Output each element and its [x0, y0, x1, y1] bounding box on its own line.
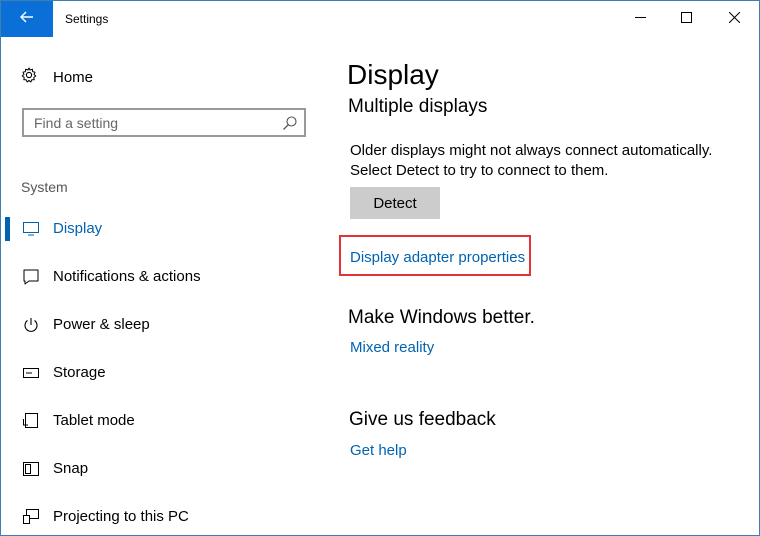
selection-indicator: [5, 217, 10, 241]
sidebar-item-storage[interactable]: Storage: [1, 353, 321, 393]
section-heading-feedback: Give us feedback: [349, 409, 496, 430]
home-label: Home: [53, 68, 94, 86]
minimize-button[interactable]: [617, 1, 663, 37]
sidebar-item-label: Display: [53, 220, 103, 237]
sidebar-item-tablet-mode[interactable]: Tablet mode: [1, 401, 321, 441]
power-icon: [23, 317, 39, 333]
window-title: Settings: [65, 12, 109, 26]
sidebar-home[interactable]: Home: [21, 65, 93, 89]
section-label-system: System: [21, 179, 68, 195]
multiple-displays-description: Older displays might not always connect …: [350, 141, 740, 181]
detect-button[interactable]: Detect: [350, 187, 440, 219]
sidebar-item-projecting[interactable]: Projecting to this PC: [1, 497, 321, 535]
sidebar-item-display[interactable]: Display: [1, 209, 321, 249]
display-adapter-properties-link[interactable]: Display adapter properties: [350, 249, 525, 266]
search-box: [22, 108, 306, 137]
monitor-icon: [23, 221, 39, 237]
tablet-icon: [23, 413, 39, 429]
close-icon: [728, 10, 740, 28]
minimize-icon: [634, 10, 646, 28]
mixed-reality-link[interactable]: Mixed reality: [350, 339, 434, 356]
settings-window: Settings Home Find a setting System Disp…: [0, 0, 760, 536]
notification-icon: [23, 269, 39, 285]
page-title: Display: [347, 59, 439, 90]
back-button[interactable]: [1, 1, 53, 37]
sidebar-item-label: Tablet mode: [53, 412, 135, 429]
section-heading-multiple-displays: Multiple displays: [348, 96, 488, 117]
storage-icon: [23, 365, 39, 381]
snap-icon: [23, 461, 39, 477]
sidebar-item-power-sleep[interactable]: Power & sleep: [1, 305, 321, 345]
section-heading-make-windows-better: Make Windows better.: [348, 307, 535, 328]
sidebar-item-label: Snap: [53, 460, 89, 477]
sidebar-item-label: Projecting to this PC: [53, 508, 189, 525]
description-line: Select Detect to try to connect to them.: [350, 162, 609, 179]
title-bar: Settings: [1, 1, 759, 37]
close-button[interactable]: [711, 1, 757, 37]
sidebar-item-notifications[interactable]: Notifications & actions: [1, 257, 321, 297]
description-line: Older displays might not always connect …: [350, 142, 713, 159]
get-help-link[interactable]: Get help: [350, 442, 407, 459]
projecting-icon: [23, 509, 39, 525]
gear-icon: [21, 67, 37, 88]
search-input[interactable]: [24, 110, 284, 135]
back-arrow-icon: [20, 10, 34, 28]
search-icon[interactable]: [282, 115, 298, 131]
sidebar-item-label: Notifications & actions: [53, 268, 201, 285]
sidebar-item-snap[interactable]: Snap: [1, 449, 321, 489]
sidebar-item-label: Power & sleep: [53, 316, 150, 333]
maximize-button[interactable]: [663, 1, 709, 37]
maximize-icon: [680, 10, 692, 28]
sidebar-item-label: Storage: [53, 364, 106, 381]
